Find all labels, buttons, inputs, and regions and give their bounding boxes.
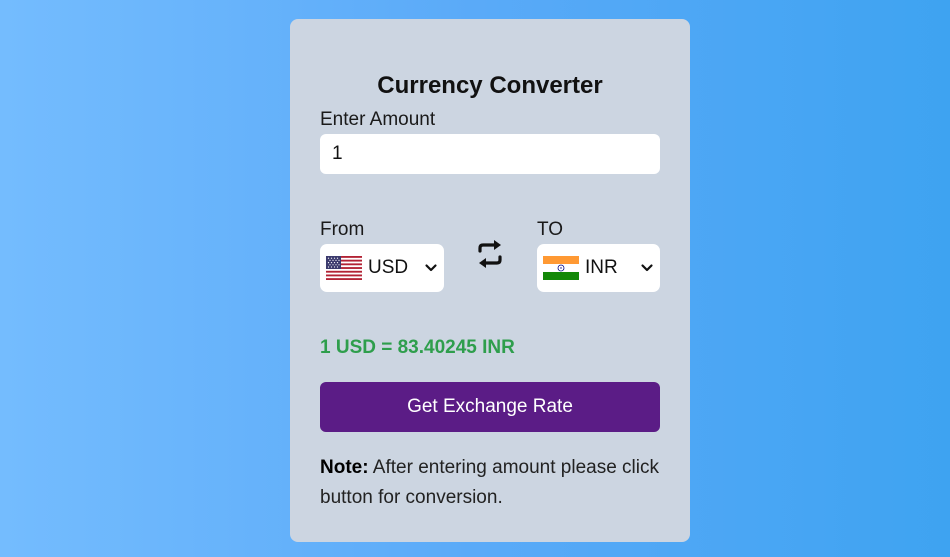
from-currency-code: USD	[368, 257, 409, 278]
to-label: TO	[537, 219, 564, 240]
chevron-down-icon	[641, 264, 653, 272]
swap-arrows-icon[interactable]	[476, 238, 504, 270]
from-label: From	[320, 219, 365, 240]
to-currency-select[interactable]: INR	[537, 244, 660, 292]
us-flag-icon	[326, 256, 362, 280]
note-text: Note: After entering amount please click…	[320, 453, 665, 513]
note-body: After entering amount please click butto…	[320, 457, 659, 508]
exchange-rate-result: 1 USD = 83.40245 INR	[320, 337, 515, 358]
from-currency-select[interactable]: USD	[320, 244, 444, 292]
get-exchange-rate-button[interactable]: Get Exchange Rate	[320, 382, 660, 432]
note-prefix: Note:	[320, 457, 369, 478]
to-currency-code: INR	[585, 257, 618, 278]
amount-label: Enter Amount	[320, 109, 436, 130]
in-flag-icon	[543, 256, 579, 280]
page-title: Currency Converter	[377, 72, 603, 99]
amount-input[interactable]	[320, 134, 660, 174]
chevron-down-icon	[425, 264, 437, 272]
converter-card: Currency Converter Enter Amount From USD	[290, 19, 690, 542]
